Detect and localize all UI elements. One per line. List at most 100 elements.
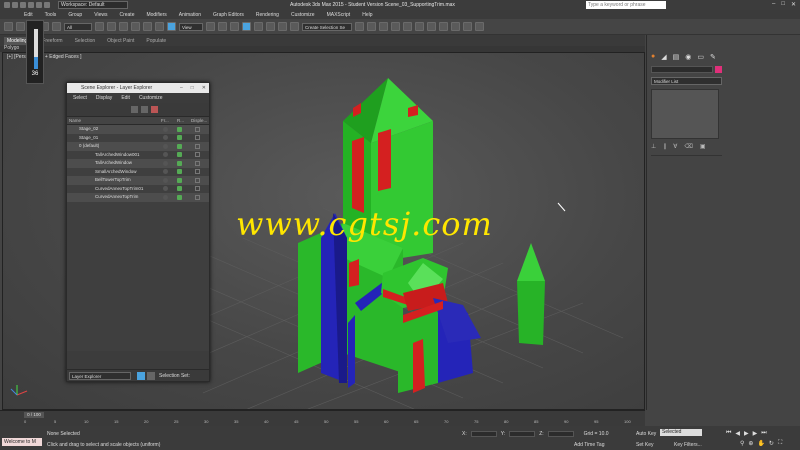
menu-customize[interactable]: Customize — [291, 12, 315, 18]
render-toggle-icon[interactable] — [177, 152, 182, 157]
render-toggle-icon[interactable] — [177, 169, 182, 174]
zoom-all-icon[interactable]: ⊕ — [748, 440, 753, 447]
explorer-layer-icon[interactable] — [137, 372, 145, 380]
workspace-dropdown[interactable]: Workspace: Default — [58, 1, 128, 9]
render-toggle-icon[interactable] — [177, 186, 182, 191]
menu-animation[interactable]: Animation — [179, 12, 201, 18]
render-toggle-icon[interactable] — [177, 194, 182, 200]
go-to-start-icon[interactable]: ⏮ — [726, 430, 731, 437]
layer-row[interactable]: Stage_01 — [67, 134, 209, 143]
undo-icon[interactable] — [36, 2, 42, 8]
freeze-toggle-icon[interactable] — [163, 126, 168, 132]
bind-space-warp-button[interactable] — [52, 22, 61, 31]
next-frame-icon[interactable]: ▶ — [753, 430, 758, 437]
rendered-frame-window-button[interactable] — [463, 22, 472, 31]
menu-tools[interactable]: Tools — [45, 12, 57, 18]
x-field[interactable] — [470, 431, 497, 437]
layer-row[interactable]: Stage_02 — [67, 125, 209, 134]
modifier-list-dropdown[interactable]: Modifier List — [651, 77, 722, 85]
orbit-icon[interactable]: ↻ — [769, 440, 774, 447]
display-toggle-icon[interactable] — [195, 169, 200, 174]
freeze-toggle-icon[interactable] — [163, 169, 168, 174]
layer-row[interactable]: SmallArchedWindow — [67, 168, 209, 177]
go-to-end-icon[interactable]: ⏭ — [761, 430, 766, 437]
display-toggle-icon[interactable] — [195, 186, 200, 191]
mirror-button[interactable] — [355, 22, 364, 31]
window-crossing-button[interactable] — [131, 22, 140, 31]
select-manipulate-button[interactable] — [218, 22, 227, 31]
render-toggle-icon[interactable] — [177, 126, 182, 132]
undo-button[interactable] — [4, 22, 13, 31]
previous-frame-icon[interactable]: ◀ — [735, 430, 740, 437]
freeze-toggle-icon[interactable] — [163, 194, 168, 200]
freeze-toggle-icon[interactable] — [163, 186, 168, 191]
layer-row[interactable]: TallArchedWindow — [67, 159, 209, 168]
menu-help[interactable]: Help — [362, 12, 372, 18]
layer-row[interactable]: TallArchedWindow001 — [67, 151, 209, 160]
explorer-close-icon[interactable]: ✕ — [202, 83, 206, 93]
explorer-menu-customize[interactable]: Customize — [139, 95, 163, 101]
snaps-toggle-button[interactable] — [242, 22, 251, 31]
menu-edit[interactable]: Edit — [24, 12, 33, 18]
edit-named-selection-button[interactable] — [290, 22, 299, 31]
display-toggle-icon[interactable] — [195, 135, 200, 140]
object-name-field[interactable] — [651, 66, 713, 73]
explorer-type-dropdown[interactable]: Layer Explorer — [69, 372, 131, 380]
explorer-new-layer-icon[interactable] — [141, 106, 148, 113]
utilities-tab-icon[interactable]: ✎ — [710, 53, 716, 61]
new-icon[interactable] — [12, 2, 18, 8]
open-icon[interactable] — [20, 2, 26, 8]
ribbon-tab-freeform[interactable]: Freeform — [42, 38, 62, 44]
reference-coordinate-dropdown[interactable]: View — [179, 22, 203, 31]
explorer-filter-icon[interactable] — [131, 106, 138, 113]
keyboard-shortcut-button[interactable] — [230, 22, 239, 31]
explorer-minimize-icon[interactable]: – — [180, 83, 183, 93]
make-unique-icon[interactable]: ∀ — [673, 143, 677, 151]
explorer-title-bar[interactable]: Scene Explorer - Layer Explorer – □ ✕ — [67, 83, 209, 93]
app-menu-icon[interactable] — [4, 2, 10, 8]
angle-snap-button[interactable] — [254, 22, 263, 31]
render-toggle-icon[interactable] — [177, 160, 182, 166]
configure-sets-icon[interactable]: ▣ — [700, 143, 706, 151]
render-toggle-icon[interactable] — [177, 135, 182, 140]
material-editor-button[interactable] — [439, 22, 448, 31]
key-mode-dropdown[interactable]: Selected — [660, 429, 702, 436]
scale-gizmo[interactable] — [557, 202, 566, 212]
explorer-add-selected-icon[interactable] — [151, 106, 158, 113]
selection-filter-dropdown[interactable]: All — [64, 22, 92, 31]
display-toggle-icon[interactable] — [195, 152, 200, 157]
remove-modifier-icon[interactable]: ⌫ — [684, 143, 692, 151]
select-by-name-button[interactable] — [107, 22, 116, 31]
z-field[interactable] — [547, 431, 574, 437]
time-slider[interactable]: 0 / 100 0 5 10 15 20 25 30 35 40 45 50 55 60 65 70 75 80… — [0, 410, 645, 426]
search-input[interactable]: Type a keyword or phrase — [586, 1, 666, 9]
ribbon-tab-object-paint[interactable]: Object Paint — [107, 38, 134, 44]
pin-stack-icon[interactable]: ⊥ — [651, 143, 656, 151]
render-setup-button[interactable] — [451, 22, 460, 31]
ribbon-toggle-button[interactable] — [403, 22, 412, 31]
explorer-maximize-icon[interactable]: □ — [191, 83, 194, 93]
layer-row[interactable]: BellTowerTopTrim — [67, 176, 209, 185]
display-toggle-icon[interactable] — [195, 177, 200, 183]
menu-graph-editors[interactable]: Graph Editors — [213, 12, 244, 18]
freeze-toggle-icon[interactable] — [163, 135, 168, 140]
render-toggle-icon[interactable] — [177, 177, 182, 183]
scale-button[interactable] — [167, 22, 176, 31]
explorer-menu-display[interactable]: Display — [96, 95, 112, 101]
layer-row[interactable]: CurvedAnnexTopTrim01 — [67, 185, 209, 194]
ribbon-tab-selection[interactable]: Selection — [75, 38, 96, 44]
modifier-stack[interactable] — [651, 89, 719, 139]
layer-row[interactable]: CurvedAnnexTopTrim — [67, 193, 209, 202]
modify-tab-icon[interactable]: ◢ — [661, 53, 666, 61]
layer-row[interactable]: 0 (default) — [67, 142, 209, 151]
menu-maxscript[interactable]: MAXScript — [327, 12, 351, 18]
layer-explorer-button[interactable] — [391, 22, 400, 31]
percent-snap-button[interactable] — [266, 22, 275, 31]
y-field[interactable] — [509, 431, 536, 437]
add-time-tag-button[interactable]: Add Time Tag — [574, 442, 604, 448]
spinner-snap-button[interactable] — [278, 22, 287, 31]
menu-modifiers[interactable]: Modifiers — [146, 12, 166, 18]
align-button[interactable] — [367, 22, 376, 31]
hierarchy-tab-icon[interactable]: ▤ — [673, 53, 680, 61]
redo-icon[interactable] — [44, 2, 50, 8]
